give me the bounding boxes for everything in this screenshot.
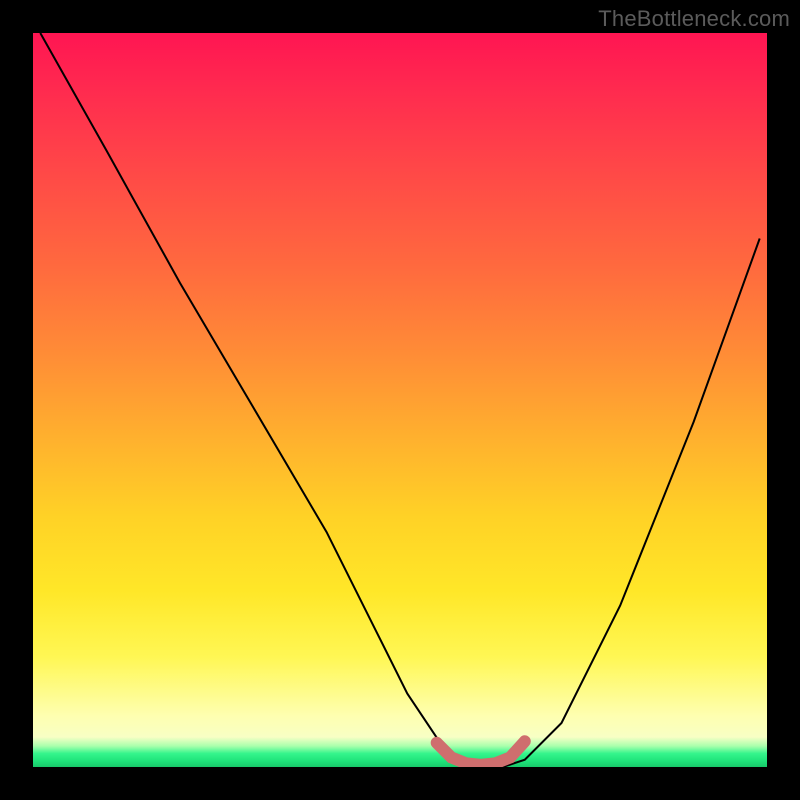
watermark-text: TheBottleneck.com <box>598 6 790 32</box>
plot-area <box>33 33 767 767</box>
series-group <box>40 33 759 767</box>
flat-minimum-marker <box>437 741 525 765</box>
chart-stage: TheBottleneck.com <box>0 0 800 800</box>
curve-layer <box>33 33 767 767</box>
bottleneck-curve <box>40 33 759 767</box>
